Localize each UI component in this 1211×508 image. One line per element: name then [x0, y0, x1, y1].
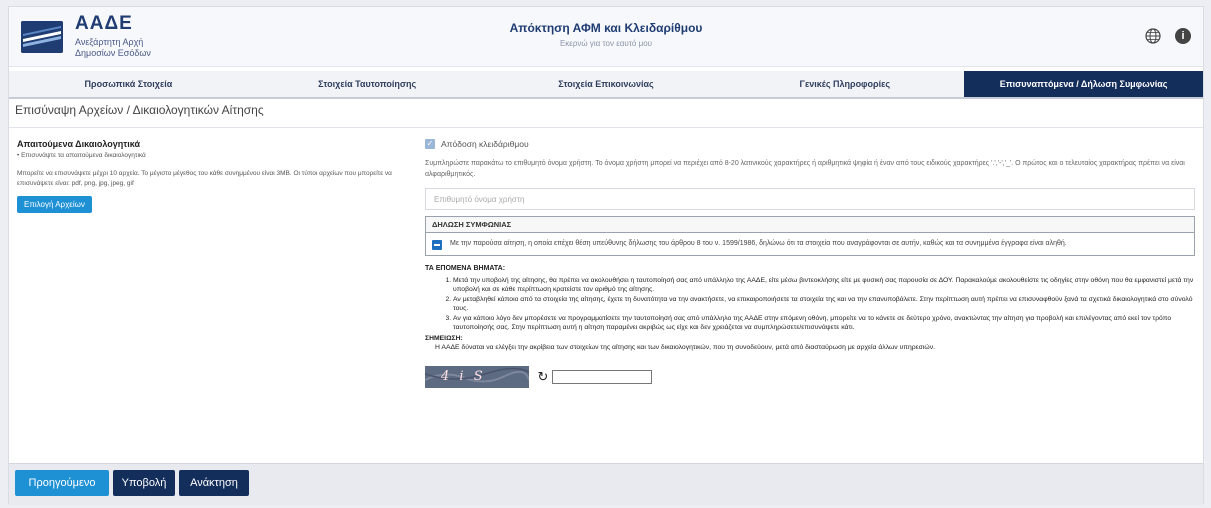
header: ΑΑΔΕ Ανεξάρτητη Αρχή Δημοσίων Εσόδων Από…	[9, 7, 1203, 67]
select-files-button[interactable]: Επιλογή Αρχείων	[17, 196, 92, 213]
consent-checkbox[interactable]	[432, 240, 442, 250]
app-subtitle: Εκερνώ για τον εαυτό μου	[559, 39, 653, 48]
username-input[interactable]: Επιθυμητό όνομα χρήστη	[425, 188, 1195, 210]
list-item: Αν για κάποιο λόγο δεν μπορέσετε να προγ…	[453, 314, 1195, 332]
app-title: Απόκτηση ΑΦΜ και Κλειδαρίθμου	[509, 21, 703, 35]
application-window: ΑΑΔΕ Ανεξάρτητη Αρχή Δημοσίων Εσόδων Από…	[8, 6, 1204, 505]
captcha-row: 4 i S ↻	[425, 366, 1195, 388]
note-heading: ΣΗΜΕΙΩΣΗ:	[425, 335, 463, 342]
next-steps-section: ΤΑ ΕΠΟΜΕΝΑ ΒΗΜΑΤΑ: Μετά την υποβολή της …	[425, 264, 1195, 352]
key-number-label: Απόδοση κλειδάριθμου	[441, 139, 529, 149]
tab-personal-info[interactable]: Προσωπικά Στοιχεία	[9, 71, 248, 97]
page-title: Επισύναψη Αρχείων / Δικαιολογητικών Αίτη…	[15, 103, 264, 117]
tab-bar: Προσωπικά Στοιχεία Στοιχεία Ταυτοποίησης…	[9, 71, 1203, 99]
required-documents-heading: Απαιτούμενα Δικαιολογητικά	[17, 139, 141, 149]
refresh-icon[interactable]: ↻	[536, 370, 550, 384]
previous-button[interactable]: Προηγούμενο	[15, 470, 109, 496]
key-number-checkbox[interactable]: ✓	[425, 139, 435, 149]
consent-body: Με την παρούσα αίτηση, η οποία επέχει θέ…	[426, 233, 1194, 255]
footer-bar: Προηγούμενο Υποβολή Ανάκτηση	[9, 463, 1203, 505]
list-item: Αν μεταβληθεί κάποιο από τα στοιχεία της…	[453, 295, 1195, 313]
globe-icon[interactable]	[1145, 28, 1161, 44]
tab-attachments-agreement[interactable]: Επισυναπτόμενα / Δήλωση Συμφωνίας	[964, 71, 1203, 97]
note-text: Η ΑΑΔΕ δύναται να ελέγξει την ακρίβεια τ…	[435, 344, 935, 351]
divider	[9, 127, 1203, 128]
list-item: Μετά την υποβολή της αίτησης, θα πρέπει …	[453, 276, 1195, 294]
required-documents-bullet: • Επισυνάψτε τα απαιτούμενα δικαιολογητι…	[17, 152, 146, 159]
logo-subtitle: Δημοσίων Εσόδων	[75, 48, 151, 58]
captcha-input[interactable]	[552, 370, 652, 384]
captcha-text: 4 i S	[441, 369, 486, 384]
tab-identification[interactable]: Στοιχεία Ταυτοποίησης	[247, 71, 487, 97]
username-hint: Συμπληρώστε παρακάτω το επιθυμητό όνομα …	[425, 160, 1185, 178]
attachments-panel: Απαιτούμενα Δικαιολογητικά • Επισυνάψτε …	[17, 139, 407, 213]
consent-box: ΔΗΛΩΣΗ ΣΥΜΦΩΝΙΑΣ Με την παρούσα αίτηση, …	[425, 216, 1195, 256]
tab-contact-info[interactable]: Στοιχεία Επικοινωνίας	[486, 71, 726, 97]
key-number-row: ✓ Απόδοση κλειδάριθμου	[425, 139, 1195, 149]
recover-button[interactable]: Ανάκτηση	[179, 470, 249, 496]
submit-button[interactable]: Υποβολή	[113, 470, 175, 496]
tab-general-info[interactable]: Γενικές Πληροφορίες	[725, 71, 965, 97]
next-steps-list: Μετά την υποβολή της αίτησης, θα πρέπει …	[425, 276, 1195, 332]
captcha-image: 4 i S	[425, 366, 529, 388]
credentials-panel: ✓ Απόδοση κλειδάριθμου Συμπληρώστε παρακ…	[425, 139, 1195, 388]
consent-heading: ΔΗΛΩΣΗ ΣΥΜΦΩΝΙΑΣ	[426, 217, 1194, 233]
upload-limits-text: Μπορείτε να επισυνάψετε μέχρι 10 αρχεία.…	[17, 170, 392, 187]
next-steps-heading: ΤΑ ΕΠΟΜΕΝΑ ΒΗΜΑΤΑ:	[425, 265, 506, 272]
consent-text: Με την παρούσα αίτηση, η οποία επέχει θέ…	[450, 240, 1067, 247]
info-icon[interactable]: i	[1175, 28, 1191, 44]
